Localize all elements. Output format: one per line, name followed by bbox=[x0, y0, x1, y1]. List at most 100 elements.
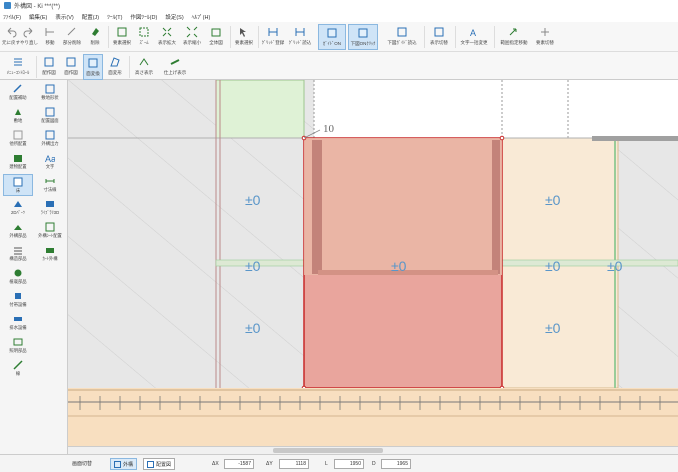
level-label: ±0 bbox=[245, 258, 261, 274]
white-region bbox=[314, 80, 678, 138]
grid-register-button[interactable]: ｸﾞﾘｯﾄﾞ登録 bbox=[261, 24, 285, 50]
display-toggle-button[interactable]: 表示切替 bbox=[427, 24, 451, 50]
dimension-label: 10 bbox=[323, 123, 335, 135]
grid-icon bbox=[114, 460, 121, 468]
sheet-button[interactable]: 外構ｼｰﾄ配置 bbox=[35, 220, 65, 242]
library-3d-icon bbox=[46, 201, 54, 207]
parts-2d-button[interactable]: 2Dﾊﾟｰﾂ bbox=[3, 197, 33, 219]
menu-place[interactable]: 配置(J) bbox=[82, 13, 99, 21]
handle[interactable] bbox=[499, 135, 505, 141]
zoom-out-button[interactable]: 表示縮小 bbox=[181, 24, 203, 50]
plant-button[interactable]: 植栽部品 bbox=[3, 266, 33, 288]
menu-settings[interactable]: 設定(S) bbox=[165, 13, 183, 21]
other-placement-icon bbox=[13, 130, 23, 140]
drawing-canvas[interactable]: 10 ±0 ±0 ±0 ±0 ±0 ±0 ±0 ±0 bbox=[68, 80, 678, 446]
guide-on-button[interactable]: ｶﾞｲﾄﾞON bbox=[318, 24, 346, 50]
element-select-button[interactable]: 要素選択 bbox=[111, 24, 133, 50]
cursor-select-button[interactable]: 要素選択 bbox=[233, 24, 255, 50]
menu-control-button[interactable]: ﾒﾆｭｰｺﾝﾄﾛｰﾙ bbox=[3, 54, 33, 80]
fit-all-button[interactable]: 全体図 bbox=[206, 24, 226, 50]
text-change-button[interactable]: A 文字一括変更 bbox=[458, 24, 490, 50]
delta-y-label: ΔY bbox=[266, 460, 273, 467]
floor-icon bbox=[13, 177, 23, 187]
plane-deform-icon bbox=[110, 57, 120, 67]
eraser-icon bbox=[92, 28, 99, 36]
level-label: ±0 bbox=[545, 320, 561, 336]
equipment-icon bbox=[15, 293, 21, 299]
parts-2d-icon bbox=[14, 201, 22, 207]
partial-delete-button[interactable]: 部分削除 bbox=[61, 24, 83, 50]
output-button[interactable]: 外構出力 bbox=[35, 128, 65, 150]
drawing-svg[interactable]: 10 ±0 ±0 ±0 ±0 ±0 ±0 ±0 ±0 bbox=[68, 80, 678, 446]
output-icon bbox=[45, 130, 55, 140]
menu-draw-tools[interactable]: 作図ﾂｰﾙ(D) bbox=[130, 13, 157, 21]
range-move-button[interactable]: 範囲指定移動 bbox=[497, 24, 531, 50]
underlay-load-button[interactable]: 下図ｶﾞｲﾄﾞ読込 bbox=[384, 24, 420, 50]
undo-icon bbox=[7, 27, 17, 38]
zoom-button[interactable]: ｽﾞｰﾑ bbox=[135, 24, 153, 50]
floor-button[interactable]: 床 bbox=[3, 174, 33, 196]
plan-drawing-button[interactable]: 配置図面 bbox=[35, 105, 65, 127]
dark-strip bbox=[592, 136, 678, 141]
redo-button[interactable]: やり直し bbox=[20, 24, 38, 50]
other-placement-button[interactable]: 他所配置 bbox=[3, 128, 33, 150]
carport-button[interactable]: ｶｰﾄ外構 bbox=[35, 243, 65, 265]
ribbon-toolbar: 元に戻す やり直し 移動 部分削除 削除 要素選択 ｽﾞｰﾑ 表示拡大 表示縮小… bbox=[0, 22, 678, 52]
drain-button[interactable]: 排水設備 bbox=[3, 312, 33, 334]
layout-button[interactable]: 配作図 bbox=[39, 54, 59, 80]
exterior-parts-button[interactable]: 外構部品 bbox=[3, 220, 33, 242]
menu-file[interactable]: ﾌｧｲﾙ(F) bbox=[3, 13, 21, 21]
zoom-in-button[interactable]: 表示拡大 bbox=[156, 24, 178, 50]
level-label: ±0 bbox=[245, 320, 261, 336]
range-move-icon bbox=[509, 28, 517, 36]
exterior-view-button[interactable]: 外構 bbox=[110, 458, 138, 470]
building-button[interactable]: 建物配置 bbox=[3, 151, 33, 173]
undo-button[interactable]: 元に戻す bbox=[2, 24, 20, 50]
title-bar: 外構図 - Ki ***(**) bbox=[0, 0, 678, 11]
menu-help[interactable]: ﾍﾙﾌﾟ(H) bbox=[192, 13, 211, 21]
scrollbar-thumb[interactable] bbox=[273, 448, 383, 453]
depth-field: 1965 bbox=[381, 459, 411, 469]
site-shape-button[interactable]: 敷地形状 bbox=[35, 82, 65, 104]
grid-load-button[interactable]: ｸﾞﾘｯﾄﾞ読込 bbox=[288, 24, 312, 50]
site-button[interactable]: 敷地 bbox=[3, 105, 33, 127]
plan-view-button[interactable]: 配置図 bbox=[143, 458, 176, 470]
zoom-in-icon bbox=[162, 27, 172, 37]
line-icon bbox=[13, 360, 23, 370]
plane-deform-button[interactable]: 面変形 bbox=[105, 54, 125, 80]
height-display-button[interactable]: 高さ表示 bbox=[132, 54, 156, 80]
height-display-icon bbox=[139, 58, 149, 66]
delete-button[interactable]: 削除 bbox=[86, 24, 104, 50]
text-button[interactable]: Aa 文字 bbox=[35, 151, 65, 173]
element-toggle-button[interactable]: 要素切替 bbox=[533, 24, 557, 50]
plane-icon bbox=[66, 57, 76, 67]
delta-x-field: -1587 bbox=[224, 459, 254, 469]
level-label: ±0 bbox=[545, 258, 561, 274]
underlay-on-button[interactable]: 下図ONｸﾘｯｸ bbox=[348, 24, 378, 50]
menu-tools[interactable]: ﾂｰﾙ(T) bbox=[107, 13, 122, 21]
fence-band[interactable] bbox=[68, 388, 678, 446]
dimension-button[interactable]: 寸法線 bbox=[35, 174, 65, 196]
structure-button[interactable]: 構造部品 bbox=[3, 243, 33, 265]
move-button[interactable]: 移動 bbox=[41, 24, 59, 50]
underlay-on-icon bbox=[358, 28, 368, 38]
menu-edit[interactable]: 編集(E) bbox=[29, 13, 47, 21]
selected-floor-upper bbox=[304, 138, 502, 275]
line-button[interactable]: 線 bbox=[3, 358, 33, 380]
svg-text:A: A bbox=[470, 28, 476, 38]
placement-assist-icon bbox=[13, 84, 22, 93]
placement-assist-button[interactable]: 配置補助 bbox=[3, 82, 33, 104]
menu-view[interactable]: 表示(V) bbox=[55, 13, 73, 21]
horizontal-scrollbar[interactable] bbox=[68, 446, 678, 454]
move-icon bbox=[45, 28, 54, 36]
plane-convert-button[interactable]: 面変換 bbox=[83, 54, 103, 80]
grid-icon bbox=[147, 460, 154, 468]
light-button[interactable]: 照明部品 bbox=[3, 335, 33, 357]
display-toggle-icon bbox=[434, 27, 444, 37]
library-3d-button[interactable]: ﾗｲﾌﾞﾗﾘ3D bbox=[35, 197, 65, 219]
window-title: 外構図 - Ki ***(**) bbox=[14, 4, 61, 10]
finish-display-button[interactable]: 仕上げ表示 bbox=[160, 54, 190, 80]
equipment-button[interactable]: 付帯設備 bbox=[3, 289, 33, 311]
green-area[interactable] bbox=[215, 80, 305, 139]
plane-button[interactable]: 面作図 bbox=[61, 54, 81, 80]
